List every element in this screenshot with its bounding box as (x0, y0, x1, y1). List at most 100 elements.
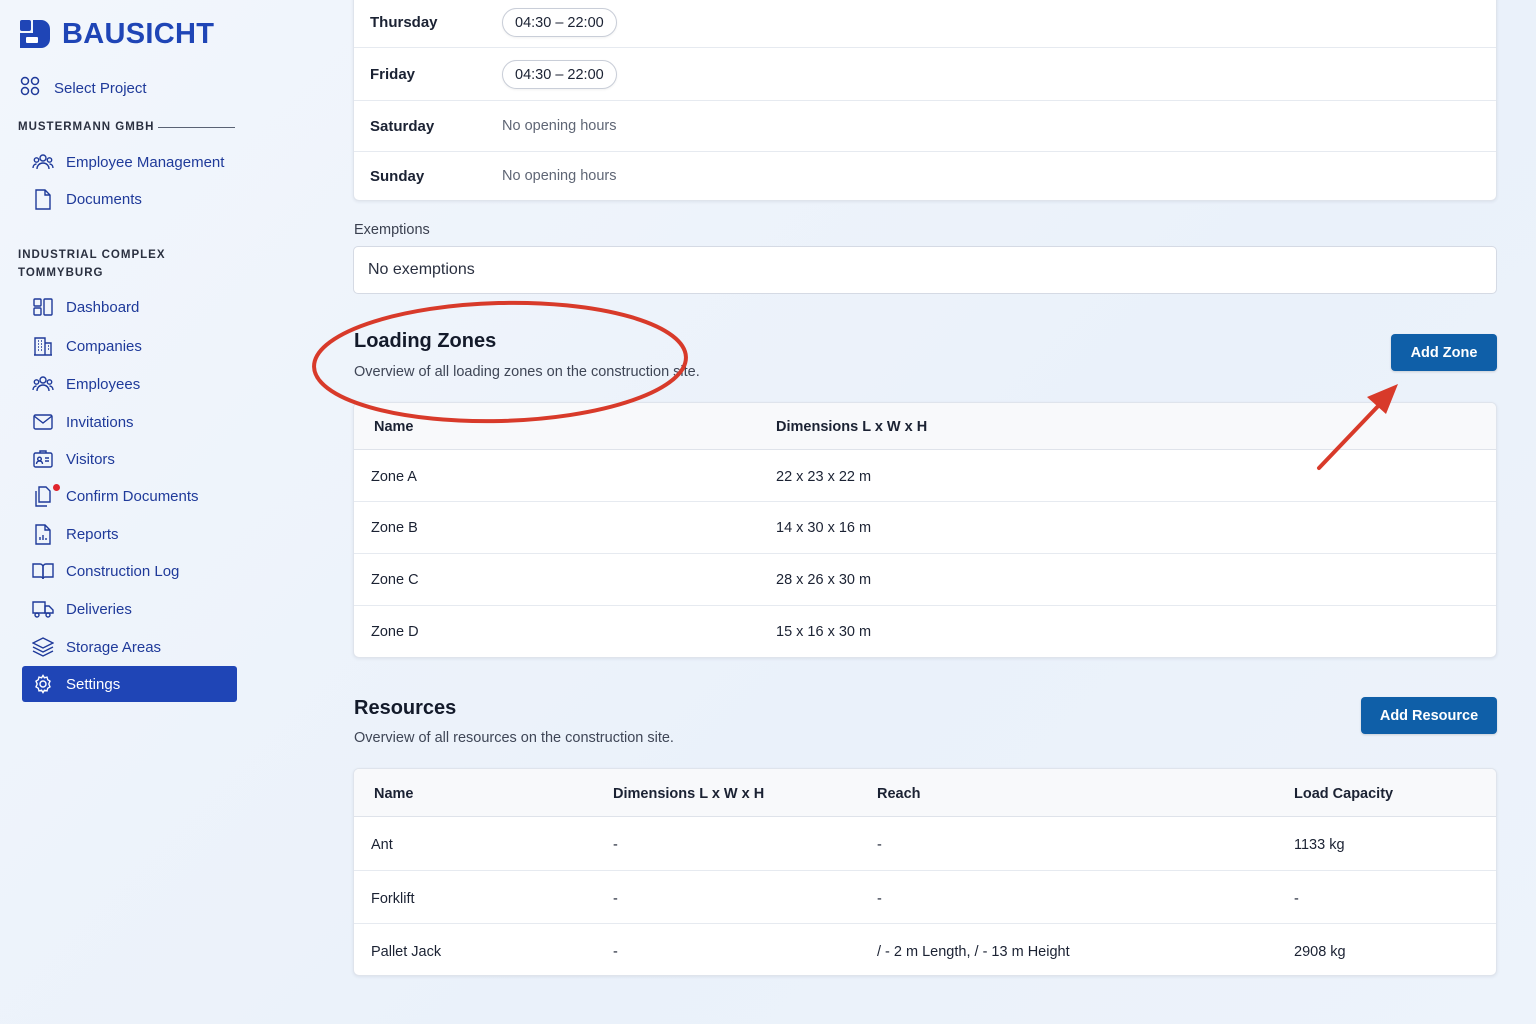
resource-name: Forklift (371, 891, 415, 907)
sidebar-item-label: Dashboard (66, 298, 140, 316)
table-row[interactable]: Zone A 22 x 23 x 22 m (354, 450, 1496, 502)
table-row[interactable]: Zone D 15 x 16 x 30 m (354, 606, 1496, 657)
sidebar-item-settings[interactable]: Settings (22, 666, 237, 702)
resource-name: Pallet Jack (371, 944, 442, 960)
loading-zones-subtitle: Overview of all loading zones on the con… (354, 364, 700, 380)
sidebar-item-label: Settings (66, 675, 121, 693)
resources-subtitle: Overview of all resources on the constru… (354, 730, 674, 746)
resource-dimensions: - (613, 891, 618, 907)
sidebar-item-construction-log[interactable]: Construction Log (22, 553, 237, 589)
hours-pill[interactable]: 04:30 – 22:00 (502, 60, 617, 89)
sidebar-item-documents[interactable]: Documents (22, 181, 237, 217)
report-icon (32, 523, 54, 545)
sidebar-item-label: Employees (66, 375, 141, 393)
building-icon (32, 335, 54, 357)
exemptions-field[interactable]: No exemptions (353, 246, 1497, 294)
sidebar-item-label: Construction Log (66, 562, 180, 580)
sidebar-item-label: Employee Management (66, 153, 225, 171)
sidebar-item-employees[interactable]: Employees (22, 366, 237, 402)
add-resource-button[interactable]: Add Resource (1361, 697, 1497, 734)
sidebar-item-visitors[interactable]: Visitors (22, 441, 237, 477)
table-row[interactable]: Ant - - 1133 kg (354, 817, 1496, 871)
grid-icon (20, 76, 40, 100)
resource-load-capacity: 1133 kg (1294, 837, 1345, 853)
day-label: Thursday (370, 14, 438, 31)
table-header: Name Dimensions L x W x H Reach Load Cap… (354, 769, 1496, 817)
zone-dimensions: 22 x 23 x 22 m (776, 469, 872, 485)
table-row[interactable]: Zone B 14 x 30 x 16 m (354, 502, 1496, 554)
sidebar-item-label: Companies (66, 337, 142, 355)
sidebar-item-reports[interactable]: Reports (22, 516, 237, 552)
sidebar-item-label: Documents (66, 190, 142, 208)
resource-dimensions: - (613, 944, 618, 960)
sidebar-item-storage-areas[interactable]: Storage Areas (22, 629, 237, 665)
table-row[interactable]: Zone C 28 x 26 x 30 m (354, 554, 1496, 606)
zone-dimensions: 14 x 30 x 16 m (776, 520, 872, 536)
sidebar: BAUSICHT Select Project MUSTERMANN GMBH … (0, 0, 256, 1024)
id-card-icon (32, 448, 54, 470)
org-section-label: MUSTERMANN GMBH (18, 121, 155, 133)
resource-name: Ant (371, 837, 393, 853)
column-header-name[interactable]: Name (374, 419, 414, 435)
hours-row-friday: Friday 04:30 – 22:00 (354, 48, 1496, 101)
brand[interactable]: BAUSICHT (20, 16, 214, 53)
sidebar-item-dashboard[interactable]: Dashboard (22, 289, 237, 325)
dashboard-icon (32, 296, 54, 318)
mail-icon (32, 411, 54, 433)
add-zone-button[interactable]: Add Zone (1391, 334, 1497, 371)
loading-zones-table: Name Dimensions L x W x H Zone A 22 x 23… (353, 402, 1497, 658)
zone-name: Zone C (371, 572, 419, 588)
hours-pill[interactable]: 04:30 – 22:00 (502, 8, 617, 37)
resource-dimensions: - (613, 837, 618, 853)
hours-row-sunday: Sunday No opening hours (354, 152, 1496, 201)
table-header: Name Dimensions L x W x H (354, 403, 1496, 450)
gear-icon (32, 673, 54, 695)
project-label-line1: INDUSTRIAL COMPLEX (18, 249, 166, 261)
resource-reach: - (877, 837, 882, 853)
day-label: Sunday (370, 168, 425, 185)
resources-table: Name Dimensions L x W x H Reach Load Cap… (353, 768, 1497, 976)
notification-badge (53, 484, 60, 491)
sidebar-item-invitations[interactable]: Invitations (22, 404, 237, 440)
hours-row-thursday: Thursday 04:30 – 22:00 (354, 0, 1496, 48)
resource-load-capacity: 2908 kg (1294, 944, 1346, 960)
zone-dimensions: 28 x 26 x 30 m (776, 572, 872, 588)
zone-name: Zone D (371, 624, 419, 640)
zone-name: Zone A (371, 469, 417, 485)
section-divider (158, 127, 235, 128)
column-header-reach[interactable]: Reach (877, 786, 921, 802)
zone-dimensions: 15 x 16 x 30 m (776, 624, 872, 640)
no-opening-hours: No opening hours (502, 168, 617, 184)
table-row[interactable]: Forklift - - - (354, 871, 1496, 924)
users-icon (32, 151, 54, 173)
sidebar-item-label: Reports (66, 525, 119, 543)
column-header-dimensions[interactable]: Dimensions L x W x H (613, 786, 764, 802)
day-label: Saturday (370, 118, 435, 135)
exemptions-label: Exemptions (354, 222, 430, 238)
document-icon (32, 188, 54, 210)
column-header-dimensions[interactable]: Dimensions L x W x H (776, 419, 927, 435)
hours-row-saturday: Saturday No opening hours (354, 101, 1496, 152)
loading-zones-title: Loading Zones (354, 330, 497, 352)
opening-hours-card: Thursday 04:30 – 22:00 Friday 04:30 – 22… (353, 0, 1497, 201)
table-row[interactable]: Pallet Jack - / - 2 m Length, / - 13 m H… (354, 924, 1496, 975)
column-header-name[interactable]: Name (374, 786, 414, 802)
users-icon (32, 373, 54, 395)
sidebar-item-label: Confirm Documents (66, 487, 199, 505)
column-header-load-capacity[interactable]: Load Capacity (1294, 786, 1393, 802)
select-project-label: Select Project (54, 79, 147, 97)
sidebar-item-label: Storage Areas (66, 638, 162, 656)
select-project-link[interactable]: Select Project (20, 76, 147, 100)
layers-icon (32, 636, 54, 658)
day-label: Friday (370, 66, 416, 83)
sidebar-item-companies[interactable]: Companies (22, 328, 237, 364)
zone-name: Zone B (371, 520, 418, 536)
sidebar-item-deliveries[interactable]: Deliveries (22, 591, 237, 627)
documents-icon (32, 485, 54, 507)
logo-icon (20, 16, 52, 53)
sidebar-item-employee-management[interactable]: Employee Management (22, 144, 237, 180)
resources-title: Resources (354, 697, 457, 719)
brand-name: BAUSICHT (62, 18, 215, 50)
resource-load-capacity: - (1294, 891, 1299, 907)
sidebar-item-label: Invitations (66, 413, 134, 431)
